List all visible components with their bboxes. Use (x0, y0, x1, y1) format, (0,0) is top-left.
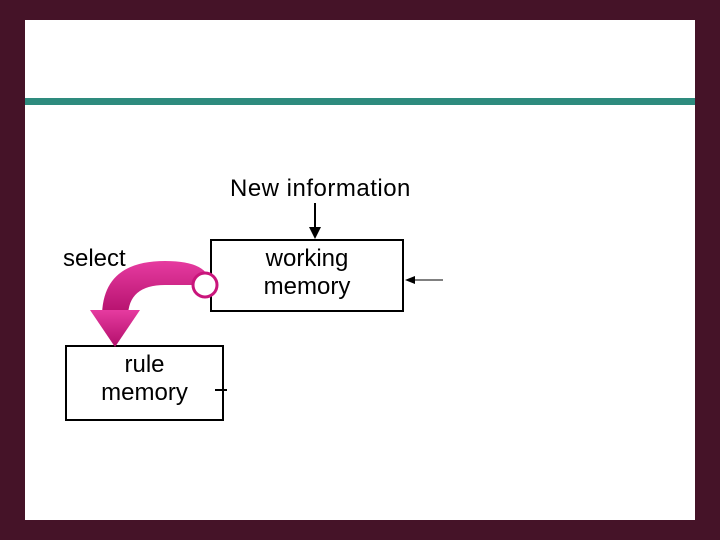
new-information-label: New information (230, 175, 411, 203)
connector-tick-icon (215, 380, 235, 400)
arrow-left-small-icon (403, 270, 443, 290)
divider-rule (25, 98, 695, 105)
slide-canvas: New information select working memory ru… (25, 20, 695, 520)
arrow-down-icon (305, 203, 325, 243)
curved-arrow-icon (70, 255, 230, 375)
working-memory-box: working memory (210, 239, 404, 312)
